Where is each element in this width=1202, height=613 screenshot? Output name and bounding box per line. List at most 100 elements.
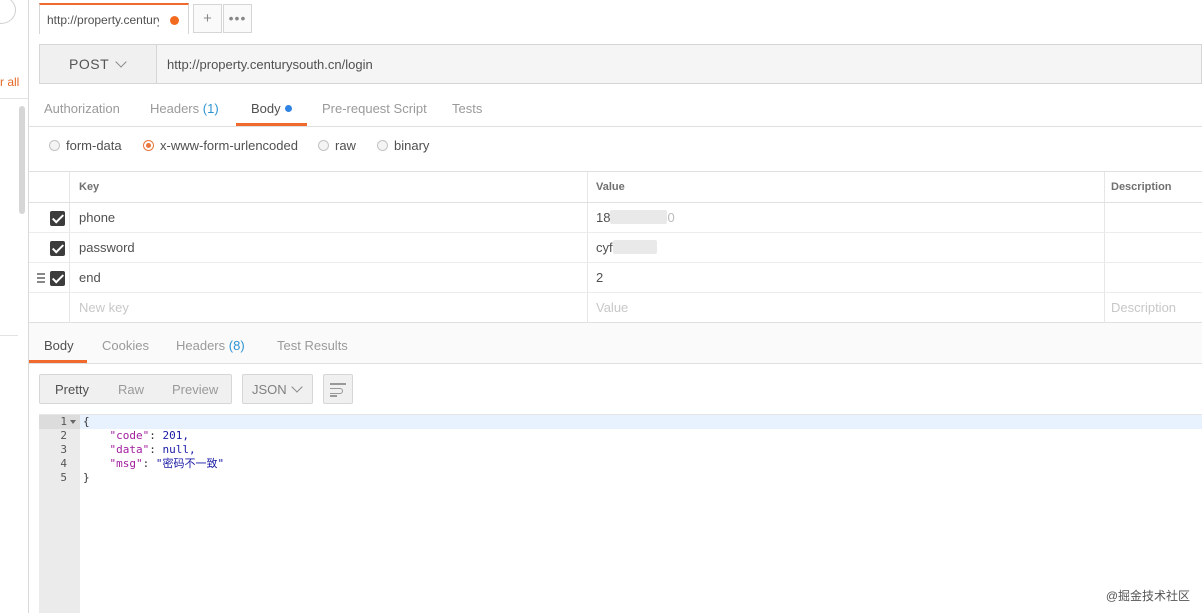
radio-on-icon — [143, 140, 154, 151]
json-key: "data" — [109, 443, 150, 456]
response-headers-count: (8) — [228, 338, 245, 353]
pretty-button[interactable]: Pretty — [55, 382, 89, 397]
format-label: JSON — [252, 382, 287, 397]
sidebar-clear-all-link[interactable]: r all — [0, 75, 19, 89]
url-bar: POST — [39, 44, 1202, 84]
tab-response-headers[interactable]: Headers (8) — [176, 338, 245, 353]
params-header-row: Key Value Description — [29, 172, 1202, 203]
wrap-lines-button[interactable] — [323, 374, 353, 404]
json-value: 201, — [162, 429, 190, 442]
param-description[interactable] — [1104, 203, 1202, 232]
active-tab-underline — [236, 123, 307, 126]
line-number: 3 — [60, 443, 67, 456]
param-description[interactable] — [1104, 233, 1202, 262]
table-row: password cyf — [29, 233, 1202, 263]
open-brace: { — [83, 415, 90, 428]
json-key: "msg" — [109, 457, 143, 470]
watermark: @掘金技术社区 — [1105, 589, 1190, 603]
param-value[interactable]: 2 — [587, 263, 1104, 292]
tab-tests[interactable]: Tests — [452, 101, 482, 116]
fold-arrow-icon[interactable] — [70, 420, 76, 424]
line-number: 1 — [60, 415, 67, 428]
code-line: "msg": "密码不一致" — [109, 457, 225, 470]
request-tab[interactable]: http://property.centurysouth.cn/login — [39, 3, 189, 34]
preview-button[interactable]: Preview — [172, 382, 218, 397]
column-header-description: Description — [1104, 172, 1202, 202]
headers-count: (1) — [202, 101, 219, 116]
column-header-key: Key — [69, 172, 587, 202]
request-section-tabs: Authorization Headers (1) Body Pre-reque… — [29, 84, 1202, 127]
tab-headers-label: Headers — [150, 101, 200, 116]
sidebar-divider — [0, 98, 29, 99]
param-value[interactable]: 18 0 — [587, 203, 1104, 232]
radio-off-icon — [377, 140, 388, 151]
json-key: "code" — [109, 429, 150, 442]
param-value-tail: 0 — [667, 210, 675, 225]
column-header-value: Value — [587, 172, 1104, 202]
chevron-down-icon — [291, 381, 303, 393]
tab-tests-label: Tests — [452, 101, 483, 116]
tab-authorization[interactable]: Authorization — [44, 101, 120, 116]
tab-cookies[interactable]: Cookies — [102, 338, 149, 353]
code-line: } — [83, 471, 90, 485]
param-value[interactable]: cyf — [587, 233, 1104, 262]
table-row: phone 18 0 — [29, 203, 1202, 233]
row-enabled-checkbox[interactable] — [50, 211, 65, 226]
sidebar-search-circle[interactable] — [0, 0, 16, 24]
new-param-row: New key Value Description — [29, 293, 1202, 323]
tab-authorization-label: Authorization — [44, 101, 120, 116]
drag-handle-icon[interactable] — [37, 273, 45, 283]
new-key-input[interactable]: New key — [69, 293, 587, 323]
response-tabs: Body Cookies Headers (8) Test Results — [29, 323, 1202, 364]
response-code-view[interactable]: 1 2 3 4 5 { "code": 201, "data": null, "… — [39, 414, 1202, 613]
table-row: end 2 — [29, 263, 1202, 293]
param-description[interactable] — [1104, 263, 1202, 292]
redacted-block — [612, 240, 657, 254]
param-key[interactable]: end — [69, 263, 587, 292]
radio-raw[interactable]: raw — [318, 138, 356, 153]
chevron-down-icon — [115, 56, 127, 68]
active-response-tab-underline — [29, 360, 87, 363]
line-number: 5 — [60, 471, 67, 484]
radio-urlencoded-label: x-www-form-urlencoded — [160, 138, 298, 153]
json-value: "密码不一致" — [155, 457, 225, 470]
close-brace: } — [83, 471, 90, 484]
tab-test-results[interactable]: Test Results — [277, 338, 348, 353]
radio-binary-label: binary — [394, 138, 430, 153]
line-number: 4 — [60, 457, 67, 470]
param-key[interactable]: password — [69, 233, 587, 262]
param-value-visible: cyf — [596, 240, 613, 255]
radio-urlencoded[interactable]: x-www-form-urlencoded — [143, 138, 298, 153]
sidebar-scrollbar[interactable] — [19, 106, 25, 214]
new-value-input[interactable]: Value — [587, 293, 1104, 323]
request-tab-title: http://property.centurysouth.cn/login — [47, 13, 159, 27]
param-key[interactable]: phone — [69, 203, 587, 232]
code-line: { — [83, 415, 90, 429]
method-select[interactable]: POST — [40, 45, 157, 83]
params-table: Key Value Description phone 18 0 password… — [29, 171, 1202, 323]
tab-response-body[interactable]: Body — [44, 338, 74, 353]
request-tab-bar: http://property.centurysouth.cn/login + … — [29, 0, 1202, 44]
tab-prerequest-script[interactable]: Pre-request Script — [322, 101, 427, 116]
radio-form-data[interactable]: form-data — [49, 138, 122, 153]
method-label: POST — [69, 56, 110, 72]
unsaved-dot-icon — [170, 16, 179, 25]
tab-response-headers-label: Headers — [176, 338, 226, 353]
line-number: 2 — [60, 429, 67, 442]
new-description-input[interactable]: Description — [1104, 293, 1202, 323]
row-enabled-checkbox[interactable] — [50, 271, 65, 286]
radio-binary[interactable]: binary — [377, 138, 429, 153]
tab-body[interactable]: Body — [251, 101, 292, 116]
url-input[interactable] — [158, 45, 1201, 83]
new-tab-button[interactable]: + — [193, 4, 222, 33]
raw-button[interactable]: Raw — [118, 382, 144, 397]
tab-headers[interactable]: Headers (1) — [150, 101, 219, 116]
radio-off-icon — [318, 140, 329, 151]
body-type-selector: form-data x-www-form-urlencoded raw bina… — [29, 128, 1202, 171]
format-select[interactable]: JSON — [242, 374, 313, 404]
row-enabled-checkbox[interactable] — [50, 241, 65, 256]
body-modified-dot-icon — [284, 105, 292, 112]
response-toolbar: Pretty Raw Preview JSON — [29, 364, 1202, 414]
more-tabs-button[interactable]: ••• — [223, 4, 252, 33]
radio-form-data-label: form-data — [66, 138, 122, 153]
